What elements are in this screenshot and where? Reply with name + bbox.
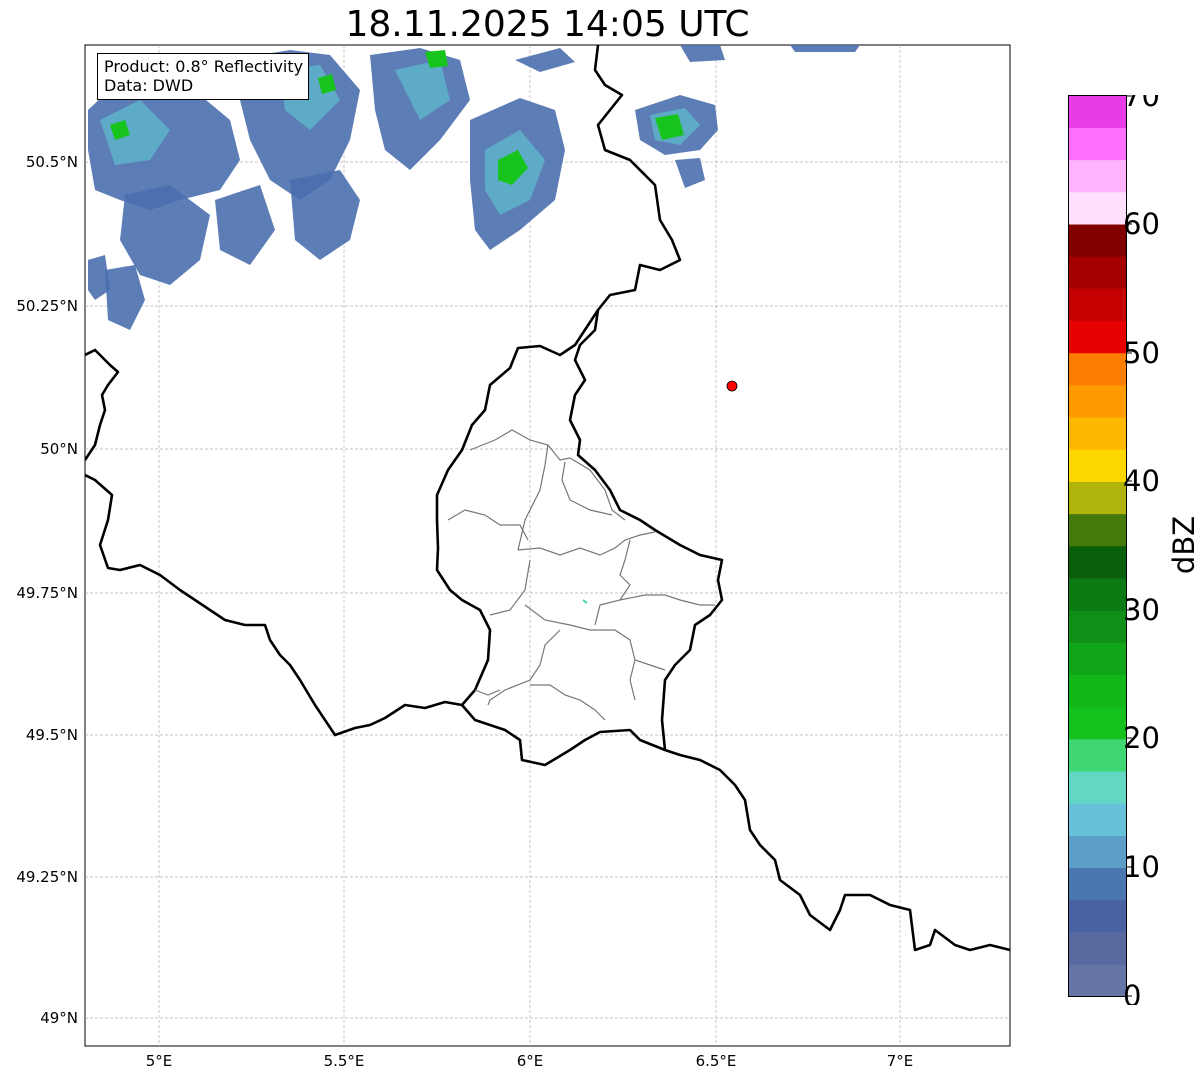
radar-map: 50.5°N 50.25°N 50°N 49.75°N 49.5°N 49.25… bbox=[16, 44, 1011, 1070]
colorbar-swatch bbox=[1068, 899, 1127, 933]
lon-tick-label: 5°E bbox=[146, 1052, 173, 1070]
colorbar-tick-label: 70 bbox=[1123, 95, 1160, 113]
colorbar-swatch bbox=[1068, 771, 1127, 804]
colorbar-swatch bbox=[1068, 95, 1127, 128]
lat-tick-label: 50°N bbox=[40, 440, 78, 458]
colorbar-swatch bbox=[1068, 739, 1127, 772]
colorbar-swatch bbox=[1068, 706, 1127, 740]
colorbar: 0 10 20 30 40 50 60 70 dBZ bbox=[1068, 95, 1201, 1005]
colorbar-tick-label: 0 bbox=[1123, 979, 1141, 1005]
colorbar-unit-label: dBZ bbox=[1167, 516, 1201, 574]
colorbar-tick-label: 20 bbox=[1123, 721, 1160, 755]
colorbar-swatch bbox=[1068, 127, 1127, 161]
colorbar-swatch bbox=[1068, 835, 1127, 869]
colorbar-tick-label: 60 bbox=[1123, 207, 1160, 241]
lon-tick-label: 6.5°E bbox=[696, 1052, 737, 1070]
colorbar-swatch bbox=[1068, 642, 1127, 676]
colorbar-swatch bbox=[1068, 224, 1127, 257]
colorbar-swatch bbox=[1068, 320, 1127, 354]
colorbar-swatch bbox=[1068, 288, 1127, 322]
lat-tick-label: 49.25°N bbox=[16, 868, 78, 886]
colorbar-tick-label: 50 bbox=[1123, 336, 1160, 370]
lat-tick-label: 50.5°N bbox=[26, 153, 78, 171]
colorbar-swatch bbox=[1068, 352, 1127, 386]
location-marker bbox=[726, 380, 738, 392]
lat-tick-label: 49.75°N bbox=[16, 584, 78, 602]
colorbar-swatch bbox=[1068, 546, 1127, 579]
colorbar-tick-label: 40 bbox=[1123, 464, 1160, 498]
product-info-box: Product: 0.8° Reflectivity Data: DWD bbox=[97, 53, 310, 100]
lon-tick-label: 6°E bbox=[517, 1052, 544, 1070]
colorbar-swatch bbox=[1068, 932, 1127, 965]
data-source-label: Data: DWD bbox=[104, 76, 194, 95]
colorbar-swatch bbox=[1068, 192, 1127, 225]
colorbar-swatch bbox=[1068, 256, 1127, 289]
lat-tick-label: 49°N bbox=[40, 1009, 78, 1027]
longitude-labels: 5°E 5.5°E 6°E 6.5°E 7°E bbox=[146, 1052, 914, 1070]
colorbar-swatches bbox=[1068, 95, 1127, 997]
colorbar-swatch bbox=[1068, 964, 1127, 997]
latitude-labels: 50.5°N 50.25°N 50°N 49.75°N 49.5°N 49.25… bbox=[16, 153, 78, 1027]
colorbar-tick-label: 30 bbox=[1123, 593, 1160, 627]
lat-tick-label: 50.25°N bbox=[16, 297, 78, 315]
lat-tick-label: 49.5°N bbox=[26, 726, 78, 744]
colorbar-swatch bbox=[1068, 481, 1127, 515]
colorbar-tick-labels: 0 10 20 30 40 50 60 70 bbox=[1123, 95, 1160, 1005]
colorbar-swatch bbox=[1068, 674, 1127, 708]
lon-tick-label: 5.5°E bbox=[324, 1052, 365, 1070]
colorbar-swatch bbox=[1068, 803, 1127, 836]
colorbar-swatch bbox=[1068, 449, 1127, 482]
product-label: Product: 0.8° Reflectivity bbox=[104, 57, 304, 76]
colorbar-swatch bbox=[1068, 513, 1127, 547]
colorbar-swatch bbox=[1068, 867, 1127, 901]
colorbar-swatch bbox=[1068, 610, 1127, 643]
lon-tick-label: 7°E bbox=[887, 1052, 914, 1070]
colorbar-tick-label: 10 bbox=[1123, 850, 1160, 884]
colorbar-swatch bbox=[1068, 578, 1127, 611]
colorbar-swatch bbox=[1068, 417, 1127, 450]
colorbar-swatch bbox=[1068, 385, 1127, 418]
colorbar-swatch bbox=[1068, 159, 1127, 193]
